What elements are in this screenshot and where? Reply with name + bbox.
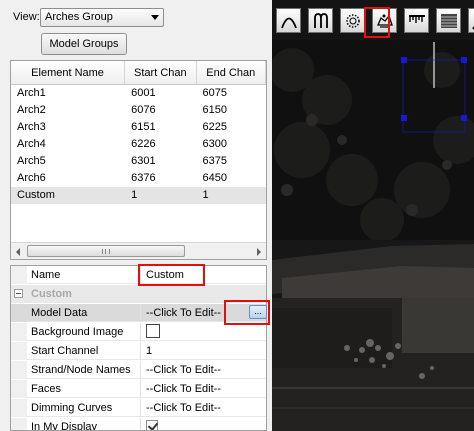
row-gutter bbox=[11, 285, 27, 303]
table-row[interactable]: Arch5 6301 6375 bbox=[11, 153, 266, 170]
table-row[interactable]: Arch3 6151 6225 bbox=[11, 119, 266, 136]
prop-model-data-row[interactable]: Model Data --Click To Edit-- bbox=[11, 304, 266, 322]
row-gutter bbox=[11, 304, 27, 322]
prop-bg-image-value[interactable] bbox=[142, 323, 266, 341]
prop-label: In My Display bbox=[27, 418, 141, 430]
cell-start: 6226 bbox=[131, 138, 156, 150]
cell-end: 6150 bbox=[202, 104, 228, 116]
prop-label: Faces bbox=[27, 380, 141, 398]
property-grid: Name Custom Custom Model Data --Click To… bbox=[10, 265, 267, 431]
table-row-selected[interactable]: Custom 1 1 bbox=[11, 187, 266, 204]
grip-icon bbox=[102, 249, 110, 254]
prop-label: Model Data bbox=[27, 304, 141, 322]
prop-strand-row[interactable]: Strand/Node Names --Click To Edit-- bbox=[11, 361, 266, 379]
circle-icon[interactable] bbox=[340, 8, 365, 33]
tree-foliage bbox=[272, 40, 474, 240]
prop-strand-value[interactable]: --Click To Edit-- bbox=[142, 361, 266, 379]
selection-handle[interactable] bbox=[401, 115, 407, 121]
candy-cane-icon[interactable] bbox=[308, 8, 333, 33]
cell-end: 6300 bbox=[202, 138, 228, 150]
prop-name-value[interactable]: Custom bbox=[142, 266, 266, 284]
row-gutter bbox=[11, 418, 27, 430]
cell-start: 6376 bbox=[131, 172, 156, 184]
table-row[interactable]: Arch4 6226 6300 bbox=[11, 136, 266, 153]
cell-start: 6076 bbox=[131, 104, 156, 116]
prop-model-data-value[interactable]: --Click To Edit-- bbox=[142, 304, 266, 322]
column-header-element-name[interactable]: Element Name bbox=[11, 61, 126, 84]
icicles-icon[interactable] bbox=[404, 8, 429, 33]
model-toolbar bbox=[276, 8, 474, 36]
model-data-edit-button[interactable]: ... bbox=[249, 305, 267, 319]
prop-dimming-value[interactable]: --Click To Edit-- bbox=[142, 399, 266, 417]
preview-panel[interactable] bbox=[272, 0, 474, 431]
prop-label: Name bbox=[27, 266, 141, 284]
matrix-icon[interactable] bbox=[436, 8, 461, 33]
grid-header: Element Name Start Chan End Chan bbox=[11, 61, 266, 85]
cell-name: Arch1 bbox=[17, 87, 46, 99]
view-select[interactable]: Arches Group bbox=[40, 8, 164, 27]
cell-name: Arch3 bbox=[17, 121, 46, 133]
prop-in-display-value[interactable] bbox=[142, 418, 266, 430]
cell-start: 6301 bbox=[131, 155, 156, 167]
scroll-left-icon[interactable] bbox=[16, 248, 20, 256]
row-gutter bbox=[11, 342, 27, 360]
prop-start-channel-value[interactable]: 1 bbox=[142, 342, 266, 360]
line-icon[interactable] bbox=[468, 8, 474, 33]
table-row[interactable]: Arch6 6376 6450 bbox=[11, 170, 266, 187]
in-display-checkbox[interactable] bbox=[146, 420, 158, 430]
cell-name: Arch2 bbox=[17, 104, 46, 116]
scroll-right-icon[interactable] bbox=[257, 248, 261, 256]
arch-icon[interactable] bbox=[276, 8, 301, 33]
prop-in-display-row[interactable]: In My Display bbox=[11, 418, 266, 430]
column-header-start-chan[interactable]: Start Chan bbox=[125, 61, 197, 84]
view-select-value: Arches Group bbox=[45, 11, 113, 23]
cell-name: Arch5 bbox=[17, 155, 46, 167]
table-row[interactable]: Arch1 6001 6075 bbox=[11, 85, 266, 102]
prop-label: Dimming Curves bbox=[27, 399, 141, 417]
custom-icon[interactable] bbox=[372, 8, 397, 33]
cell-name: Arch4 bbox=[17, 138, 46, 150]
collapse-icon[interactable] bbox=[14, 289, 23, 298]
scrollbar-thumb[interactable] bbox=[27, 245, 185, 257]
selection-handle[interactable] bbox=[461, 115, 467, 121]
prop-faces-value[interactable]: --Click To Edit-- bbox=[142, 380, 266, 398]
image-swatch[interactable] bbox=[146, 324, 160, 339]
horizontal-scrollbar[interactable] bbox=[11, 242, 266, 259]
row-gutter bbox=[11, 323, 27, 341]
prop-name-row[interactable]: Name Custom bbox=[11, 266, 266, 284]
prop-start-channel-row[interactable]: Start Channel 1 bbox=[11, 342, 266, 360]
prop-dimming-row[interactable]: Dimming Curves --Click To Edit-- bbox=[11, 399, 266, 417]
cell-end: 6225 bbox=[202, 121, 228, 133]
column-header-end-chan[interactable]: End Chan bbox=[197, 61, 266, 84]
cell-end: 6450 bbox=[202, 172, 228, 184]
prop-label: Start Channel bbox=[27, 342, 141, 360]
category-label: Custom bbox=[31, 288, 72, 300]
cell-end: 6075 bbox=[202, 87, 228, 99]
model-groups-button[interactable]: Model Groups bbox=[41, 33, 127, 55]
cell-name: Arch6 bbox=[17, 172, 46, 184]
cell-start: 6151 bbox=[131, 121, 156, 133]
chevron-down-icon bbox=[151, 15, 159, 20]
cell-name: Custom bbox=[17, 189, 55, 201]
row-gutter bbox=[11, 361, 27, 379]
cell-start: 1 bbox=[131, 189, 138, 201]
selection-handle[interactable] bbox=[461, 57, 467, 63]
row-gutter bbox=[11, 266, 27, 284]
row-gutter bbox=[11, 399, 27, 417]
prop-faces-row[interactable]: Faces --Click To Edit-- bbox=[11, 380, 266, 398]
cell-end: 1 bbox=[202, 189, 209, 201]
house-image bbox=[272, 238, 474, 431]
row-gutter bbox=[11, 380, 27, 398]
cell-start: 6001 bbox=[131, 87, 156, 99]
selection-handle[interactable] bbox=[401, 57, 407, 63]
table-row[interactable]: Arch2 6076 6150 bbox=[11, 102, 266, 119]
left-panel: View: Arches Group Model Groups Element … bbox=[0, 0, 272, 431]
prop-label: Background Image bbox=[27, 323, 141, 341]
prop-bg-image-row[interactable]: Background Image bbox=[11, 323, 266, 341]
element-grid: Element Name Start Chan End Chan Arch1 6… bbox=[10, 60, 267, 260]
prop-label: Strand/Node Names bbox=[27, 361, 141, 379]
prop-category-row[interactable]: Custom bbox=[11, 285, 266, 303]
view-label: View: bbox=[13, 11, 40, 23]
cell-end: 6375 bbox=[202, 155, 228, 167]
